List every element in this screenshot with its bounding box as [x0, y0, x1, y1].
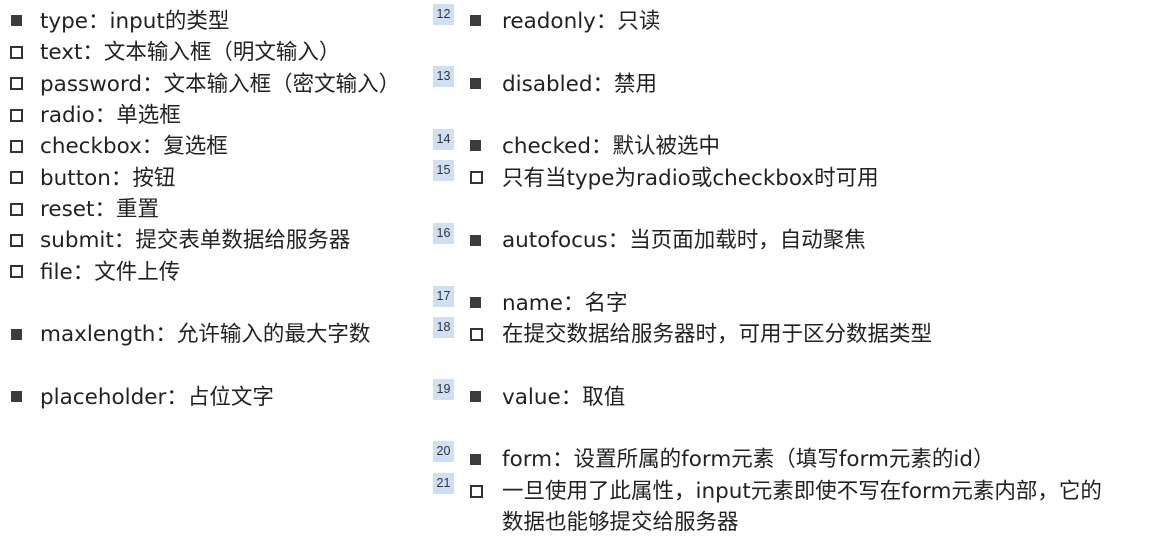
item-text: button：按钮	[40, 166, 176, 191]
square-filled-bullet-icon	[470, 297, 481, 308]
item-text: checked：默认被选中	[502, 134, 721, 159]
line-number: 15	[433, 160, 454, 181]
item-text: form：设置所属的form元素（填写form元素的id）	[502, 447, 995, 472]
square-hollow-bullet-icon	[470, 485, 483, 498]
square-filled-bullet-icon	[11, 15, 22, 26]
square-filled-bullet-icon	[470, 391, 481, 402]
square-hollow-bullet-icon	[10, 140, 23, 153]
square-hollow-bullet-icon	[10, 265, 23, 278]
item-text-continued: 数据也能够提交给服务器	[502, 510, 739, 535]
square-hollow-bullet-icon	[10, 46, 23, 59]
item-text: 只有当type为radio或checkbox时可用	[502, 166, 879, 191]
item-text: file：文件上传	[40, 260, 181, 285]
line-number: 12	[433, 4, 454, 25]
item-text: disabled：禁用	[502, 72, 657, 97]
item-text: readonly：只读	[502, 9, 661, 34]
line-number: 17	[433, 286, 454, 307]
square-filled-bullet-icon	[11, 391, 22, 402]
item-text: 在提交数据给服务器时，可用于区分数据类型	[502, 322, 933, 347]
square-filled-bullet-icon	[470, 15, 481, 26]
square-filled-bullet-icon	[470, 235, 481, 246]
square-filled-bullet-icon	[470, 78, 481, 89]
square-hollow-bullet-icon	[470, 328, 483, 341]
square-filled-bullet-icon	[470, 140, 481, 151]
item-text: checkbox：复选框	[40, 134, 228, 159]
line-number: 21	[433, 473, 454, 494]
line-number: 14	[433, 129, 454, 150]
line-number: 19	[433, 379, 454, 400]
item-text: 一旦使用了此属性，input元素即使不写在form元素内部，它的	[502, 479, 1102, 504]
item-text: value：取值	[502, 385, 626, 410]
item-text: password：文本输入框（密文输入）	[40, 72, 401, 97]
item-text: text：文本输入框（明文输入）	[40, 40, 341, 65]
square-hollow-bullet-icon	[10, 77, 23, 90]
square-hollow-bullet-icon	[10, 203, 23, 216]
square-hollow-bullet-icon	[10, 171, 23, 184]
line-number: 18	[433, 317, 454, 338]
square-filled-bullet-icon	[470, 454, 481, 465]
line-number: 16	[433, 223, 454, 244]
line-number: 20	[433, 441, 454, 462]
item-text: maxlength：允许输入的最大字数	[40, 322, 371, 347]
item-text: name：名字	[502, 291, 628, 316]
square-hollow-bullet-icon	[470, 171, 483, 184]
item-text: reset：重置	[40, 197, 159, 222]
item-text: autofocus：当页面加载时，自动聚焦	[502, 228, 866, 253]
line-number: 13	[433, 66, 454, 87]
item-text: radio：单选框	[40, 103, 181, 128]
square-filled-bullet-icon	[11, 329, 22, 340]
square-hollow-bullet-icon	[10, 109, 23, 122]
item-text: type：input的类型	[40, 9, 230, 34]
item-text: placeholder：占位文字	[40, 385, 274, 410]
square-hollow-bullet-icon	[10, 234, 23, 247]
slide: { "left_column": [ {"bullet": "filled", …	[0, 0, 1163, 548]
item-text: submit：提交表单数据给服务器	[40, 228, 351, 253]
